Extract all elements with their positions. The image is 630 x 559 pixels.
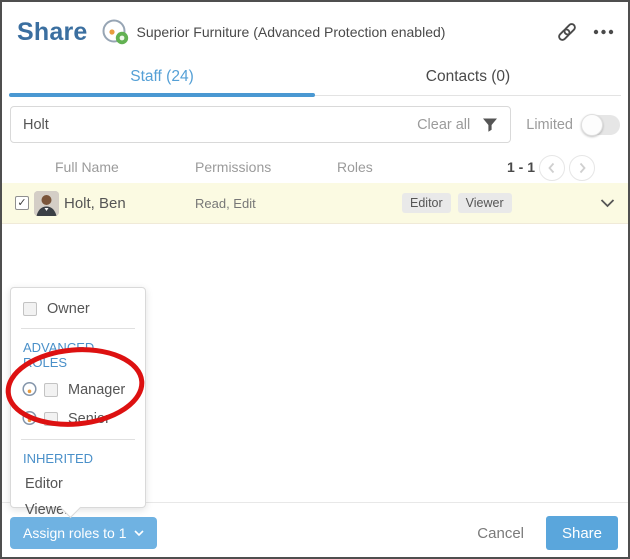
menu-item-senior[interactable]: Senior xyxy=(11,404,145,433)
limited-label: Limited xyxy=(526,117,573,133)
table-row[interactable]: Holt, Ben Read, Edit Editor Viewer xyxy=(2,183,628,224)
dialog-title: Share xyxy=(17,18,87,47)
menu-item-editor[interactable]: Editor xyxy=(11,471,145,497)
row-checkbox[interactable] xyxy=(15,196,29,210)
manager-checkbox[interactable] xyxy=(44,383,58,397)
menu-divider xyxy=(21,328,135,329)
custom-role-icon xyxy=(21,381,38,398)
column-permissions: Permissions xyxy=(195,159,271,175)
tab-staff-label: Staff (24) xyxy=(130,68,193,86)
assign-roles-label: Assign roles to 1 xyxy=(23,525,127,541)
senior-label: Senior xyxy=(68,411,110,427)
limited-toggle[interactable] xyxy=(582,115,620,135)
owner-checkbox[interactable] xyxy=(23,302,37,316)
chevron-down-icon xyxy=(600,199,615,208)
column-full-name: Full Name xyxy=(55,159,119,175)
toggle-knob xyxy=(581,114,603,136)
row-expand-chevron[interactable] xyxy=(600,199,615,208)
custom-role-icon xyxy=(21,410,38,427)
menu-item-viewer[interactable]: Viewer xyxy=(11,497,145,523)
senior-checkbox[interactable] xyxy=(44,412,58,426)
search-input[interactable] xyxy=(23,117,417,133)
inherited-editor-label: Editor xyxy=(25,476,63,492)
role-badge-editor: Editor xyxy=(402,193,451,213)
tab-contacts[interactable]: Contacts (0) xyxy=(315,58,621,95)
column-roles: Roles xyxy=(337,159,373,175)
tab-contacts-label: Contacts (0) xyxy=(426,68,510,86)
cancel-button[interactable]: Cancel xyxy=(477,517,524,550)
avatar xyxy=(34,191,59,216)
share-dialog: Share Superior Furniture (Advanced Prote… xyxy=(0,0,630,559)
search-row: Clear all Limited xyxy=(10,106,620,143)
menu-item-manager[interactable]: Manager xyxy=(11,375,145,404)
role-menu: Owner ADVANCED ROLES Manager Senior xyxy=(10,287,146,508)
pagination-prev-button[interactable] xyxy=(539,155,565,181)
tab-staff[interactable]: Staff (24) xyxy=(9,58,315,95)
pagination-range: 1 - 1 xyxy=(507,159,535,175)
caret-down-icon xyxy=(134,530,144,536)
dialog-header: Share Superior Furniture (Advanced Prote… xyxy=(17,12,614,52)
limited-control: Limited xyxy=(526,115,620,135)
row-role-badges: Editor Viewer xyxy=(402,193,512,213)
role-badge-viewer: Viewer xyxy=(458,193,512,213)
menu-divider xyxy=(21,439,135,440)
table-header: Full Name Permissions Roles 1 - 1 xyxy=(2,152,628,183)
link-icon[interactable] xyxy=(555,20,579,44)
dialog-subtitle: Superior Furniture (Advanced Protection … xyxy=(136,24,445,40)
clear-all-link[interactable]: Clear all xyxy=(417,117,470,133)
tab-bar: Staff (24) Contacts (0) xyxy=(9,58,621,96)
manager-label: Manager xyxy=(68,382,125,398)
inherited-viewer-label: Viewer xyxy=(25,502,69,518)
row-full-name: Holt, Ben xyxy=(64,183,126,224)
chevron-right-icon xyxy=(574,160,590,176)
row-permissions: Read, Edit xyxy=(195,183,256,224)
search-box: Clear all xyxy=(10,106,511,143)
filter-funnel-icon[interactable] xyxy=(482,117,498,133)
pagination-next-button[interactable] xyxy=(569,155,595,181)
matter-protection-icon xyxy=(100,16,130,48)
ellipsis-icon[interactable] xyxy=(593,29,614,35)
menu-item-owner[interactable]: Owner xyxy=(11,296,145,322)
chevron-left-icon xyxy=(544,160,560,176)
share-button[interactable]: Share xyxy=(546,516,618,550)
advanced-roles-header: ADVANCED ROLES xyxy=(11,335,145,375)
owner-label: Owner xyxy=(47,301,90,317)
inherited-header: INHERITED xyxy=(11,446,145,471)
